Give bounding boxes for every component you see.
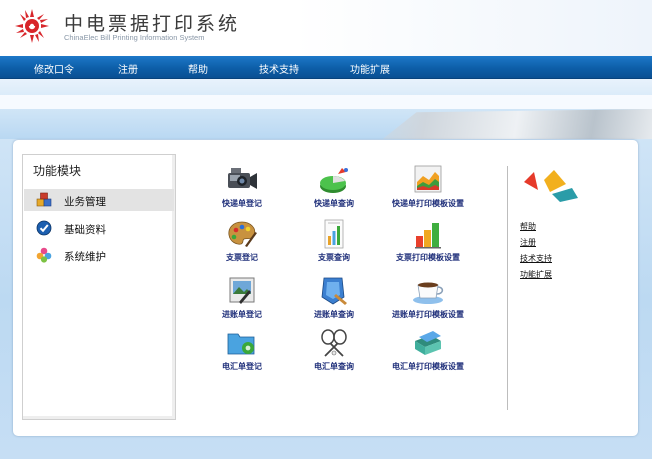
rackets-icon bbox=[321, 329, 347, 357]
nav-feature-extension[interactable]: 功能扩展 bbox=[350, 61, 390, 76]
pie-decoration-icon bbox=[524, 170, 578, 202]
module-system-maintenance[interactable]: 系统维护 bbox=[24, 244, 174, 266]
func-check-template[interactable]: 支票打印模板设置 bbox=[383, 218, 473, 266]
module-panel: 功能模块 业务管理 基础资料 系统维护 bbox=[22, 154, 176, 420]
func-label: 进账单查询 bbox=[314, 310, 354, 319]
module-basic-data[interactable]: 基础资料 bbox=[24, 217, 174, 239]
func-deposit-template[interactable]: 进账单打印模板设置 bbox=[383, 275, 473, 323]
nav-change-password[interactable]: 修改口令 bbox=[34, 61, 74, 76]
side-link-help[interactable]: 帮助 bbox=[520, 221, 536, 232]
nav-register[interactable]: 注册 bbox=[118, 61, 138, 76]
check-circle-icon bbox=[36, 220, 52, 236]
func-wire-query[interactable]: 电汇单查询 bbox=[289, 327, 379, 375]
teacup-icon bbox=[413, 282, 444, 304]
func-express-query[interactable]: 快递单查询 bbox=[289, 164, 379, 212]
camera-icon bbox=[228, 168, 257, 189]
func-wire-register[interactable]: 电汇单登记 bbox=[197, 327, 287, 375]
header: 中电票据打印系统 ChinaElec Bill Printing Informa… bbox=[0, 0, 652, 56]
side-link-feature-extension[interactable]: 功能扩展 bbox=[520, 269, 552, 280]
top-nav: 修改口令 注册 帮助 技术支持 功能扩展 bbox=[0, 56, 652, 79]
func-deposit-register[interactable]: 进账单登记 bbox=[197, 275, 287, 323]
func-label: 快递单打印模板设置 bbox=[392, 199, 464, 208]
side-link-tech-support[interactable]: 技术支持 bbox=[520, 253, 552, 264]
flower-icon bbox=[36, 247, 52, 263]
shield-brush-icon bbox=[321, 277, 347, 305]
func-label: 支票查询 bbox=[318, 253, 350, 262]
func-express-template[interactable]: 快递单打印模板设置 bbox=[383, 164, 473, 212]
func-label: 电汇单登记 bbox=[222, 362, 262, 371]
func-label: 快递单登记 bbox=[222, 199, 262, 208]
side-link-register[interactable]: 注册 bbox=[520, 237, 536, 248]
func-label: 支票登记 bbox=[226, 253, 258, 262]
func-label: 电汇单查询 bbox=[314, 362, 354, 371]
banner-image bbox=[0, 79, 652, 141]
func-label: 支票打印模板设置 bbox=[396, 253, 460, 262]
func-label: 电汇单打印模板设置 bbox=[392, 362, 464, 371]
func-label: 进账单打印模板设置 bbox=[392, 310, 464, 319]
boxes-icon bbox=[36, 192, 52, 207]
nav-tech-support[interactable]: 技术支持 bbox=[259, 61, 299, 76]
pie-chart-icon bbox=[320, 168, 348, 193]
module-panel-title: 功能模块 bbox=[33, 164, 82, 178]
module-label: 系统维护 bbox=[64, 251, 106, 263]
app-title: 中电票据打印系统 bbox=[64, 13, 241, 35]
paint-palette-icon bbox=[228, 221, 257, 247]
module-label: 业务管理 bbox=[64, 196, 106, 208]
func-label: 快递单查询 bbox=[314, 199, 354, 208]
func-deposit-query[interactable]: 进账单查询 bbox=[289, 275, 379, 323]
app-subtitle: ChinaElec Bill Printing Information Syst… bbox=[64, 33, 205, 42]
painting-icon bbox=[229, 277, 255, 304]
func-express-register[interactable]: 快递单登记 bbox=[197, 164, 287, 212]
vertical-divider bbox=[507, 166, 508, 410]
folder-gear-icon bbox=[227, 333, 255, 355]
keyboard-image bbox=[380, 109, 652, 141]
func-check-query[interactable]: 支票查询 bbox=[289, 218, 379, 266]
bar-chart-icon bbox=[415, 223, 441, 249]
func-check-register[interactable]: 支票登记 bbox=[197, 218, 287, 266]
module-label: 基础资料 bbox=[64, 224, 106, 236]
func-label: 进账单登记 bbox=[222, 310, 262, 319]
func-wire-template[interactable]: 电汇单打印模板设置 bbox=[383, 327, 473, 375]
area-chart-icon bbox=[414, 165, 442, 193]
report-icon bbox=[324, 219, 344, 249]
books-icon bbox=[415, 331, 441, 355]
logo-icon bbox=[15, 9, 49, 43]
nav-help[interactable]: 帮助 bbox=[188, 61, 208, 76]
module-business-management[interactable]: 业务管理 bbox=[24, 189, 174, 211]
